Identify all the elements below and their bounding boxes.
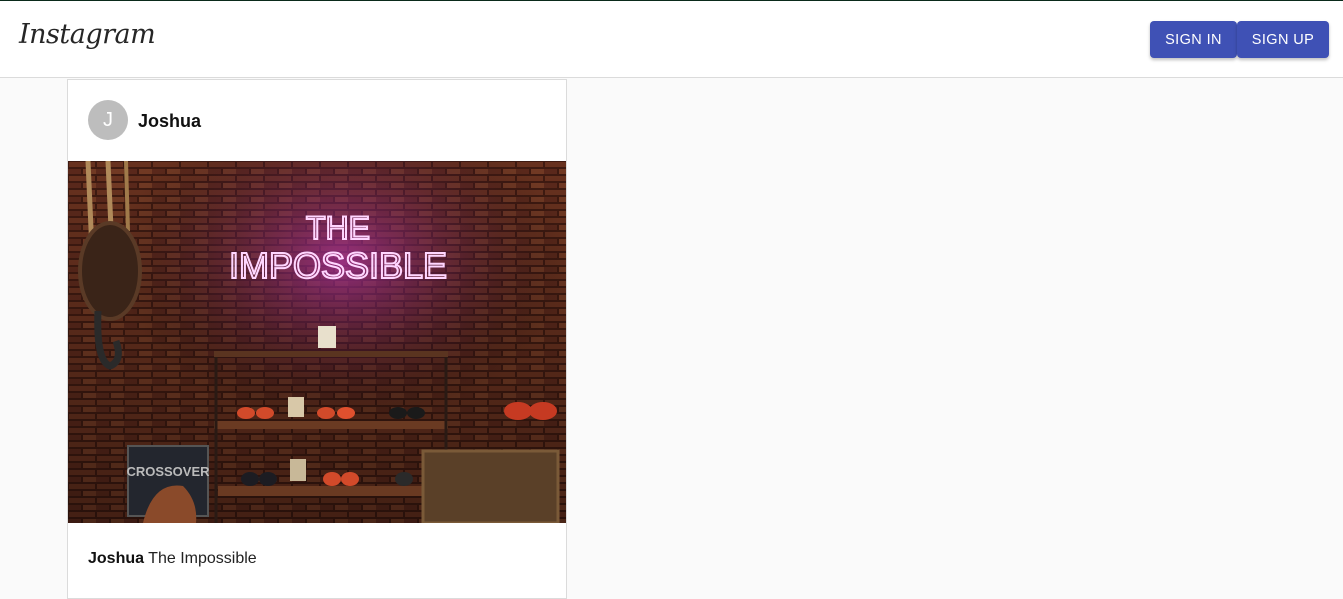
post-card: J Joshua THE IMPOSSIBLE CROSSOVER Joshua… <box>67 79 567 599</box>
post-photo: THE IMPOSSIBLE CROSSOVER <box>68 161 566 523</box>
crossover-sign: CROSSOVER <box>126 445 210 523</box>
post-caption: Joshua The Impossible <box>88 550 257 568</box>
crossover-sign-text: CROSSOVER <box>126 464 210 479</box>
sign-up-button[interactable]: SIGN UP <box>1237 21 1329 58</box>
top-navbar: Instagram SIGN IN SIGN UP <box>0 1 1343 78</box>
instagram-logo[interactable]: Instagram <box>19 19 156 50</box>
avatar[interactable]: J <box>88 100 128 140</box>
neon-text-bottom: IMPOSSIBLE <box>229 245 447 286</box>
caption-username[interactable]: Joshua <box>88 550 144 567</box>
sign-in-button[interactable]: SIGN IN <box>1150 21 1237 58</box>
post-username[interactable]: Joshua <box>138 111 201 132</box>
post-image: THE IMPOSSIBLE CROSSOVER <box>68 161 566 523</box>
caption-text: The Impossible <box>148 550 257 567</box>
post-header: J Joshua <box>68 80 566 161</box>
neon-text-top: THE <box>306 210 370 246</box>
